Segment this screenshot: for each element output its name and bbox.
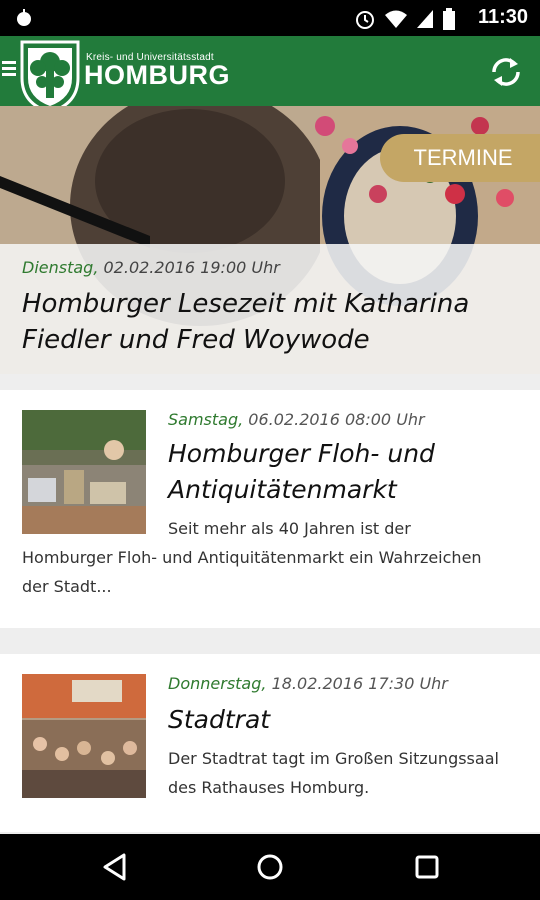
- status-bar: 11:30: [0, 0, 540, 36]
- city-crest-logo[interactable]: [18, 38, 82, 114]
- event-date: Donnerstag, 18.02.2016 17:30 Uhr: [168, 674, 448, 693]
- signal-icon: [417, 10, 433, 28]
- featured-event-datetime: 02.02.2016 19:00 Uhr: [103, 258, 280, 277]
- event-text-line-1: Seit mehr als 40 Jahren ist der: [168, 519, 411, 538]
- city-name: HOMBURG: [84, 60, 230, 90]
- battery-icon: [443, 8, 455, 30]
- featured-event-caption: Dienstag, 02.02.2016 19:00 Uhr Homburger…: [0, 244, 540, 374]
- event-card[interactable]: Donnerstag, 18.02.2016 17:30 Uhr Stadtra…: [0, 654, 540, 832]
- event-card[interactable]: Samstag, 06.02.2016 08:00 Uhr Homburger …: [0, 390, 540, 628]
- android-notification-icon: [17, 9, 31, 26]
- event-text-line-3: der Stadt...: [22, 577, 112, 596]
- back-icon[interactable]: [100, 852, 130, 882]
- alarm-icon: [356, 11, 374, 29]
- event-date: Samstag, 06.02.2016 08:00 Uhr: [168, 410, 425, 429]
- featured-event-date: Dienstag, 02.02.2016 19:00 Uhr: [22, 258, 280, 277]
- event-text-line-2: Homburger Floh- und Antiquitätenmarkt ei…: [22, 548, 482, 567]
- recents-icon[interactable]: [412, 852, 442, 882]
- event-weekday: Donnerstag,: [168, 674, 267, 693]
- featured-event-title: Homburger Lesezeit mit Katharina Fiedler…: [22, 289, 470, 355]
- status-time: 11:30: [477, 6, 528, 28]
- app-bar: Kreis- und Universitätsstadt HOMBURG: [0, 36, 540, 114]
- featured-event[interactable]: TERMINE Dienstag, 02.02.2016 19:00 Uhr H…: [0, 106, 540, 374]
- home-icon[interactable]: [255, 852, 285, 882]
- system-navigation-bar: [0, 834, 540, 900]
- termine-tab[interactable]: TERMINE: [380, 134, 540, 182]
- event-datetime: 18.02.2016 17:30 Uhr: [271, 674, 448, 693]
- refresh-icon[interactable]: [488, 54, 524, 90]
- wifi-icon: [385, 10, 407, 28]
- event-title: Stadtrat: [168, 705, 271, 734]
- event-title: Homburger Floh- und Antiquitätenmarkt: [168, 439, 435, 504]
- event-weekday: Samstag,: [168, 410, 244, 429]
- event-text-line-1: Der Stadtrat tagt im Großen Sitzungssaal: [168, 749, 499, 768]
- event-text-line-2: des Rathauses Homburg.: [168, 778, 370, 797]
- event-thumbnail: [22, 410, 146, 534]
- featured-event-weekday: Dienstag,: [22, 258, 99, 277]
- event-datetime: 06.02.2016 08:00 Uhr: [248, 410, 425, 429]
- event-thumbnail: [22, 674, 146, 798]
- menu-icon[interactable]: [2, 58, 16, 82]
